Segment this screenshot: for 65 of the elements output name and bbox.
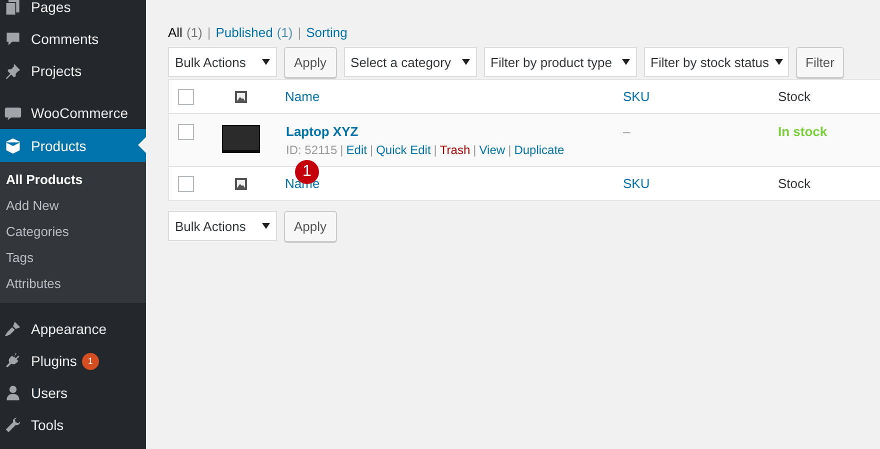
column-header: Stock xyxy=(778,176,811,191)
image-icon xyxy=(235,178,247,190)
submenu-item[interactable]: All Products xyxy=(0,167,146,193)
column-header[interactable]: Name xyxy=(285,89,320,104)
submenu-item[interactable]: Tags xyxy=(0,245,146,271)
column-header: Stock xyxy=(778,89,811,104)
image-icon xyxy=(235,90,247,102)
view-filter-link[interactable]: All (1) xyxy=(168,24,202,40)
separator-text: | xyxy=(207,24,211,40)
bulk-actions-dropdown[interactable]: Bulk Actions xyxy=(168,47,277,77)
separator-text: | xyxy=(340,143,344,157)
menu-item[interactable]: Projects xyxy=(0,55,146,87)
menu-item[interactable]: Comments xyxy=(0,23,146,55)
select-all-checkbox[interactable] xyxy=(178,88,194,104)
apply-button[interactable]: Apply xyxy=(284,46,337,78)
filter-button[interactable]: Filter xyxy=(796,46,844,78)
row-checkbox[interactable] xyxy=(178,124,194,140)
submenu-item[interactable]: Attributes xyxy=(0,271,146,297)
row-action-link[interactable]: View xyxy=(479,143,506,157)
caret-icon xyxy=(775,58,784,66)
update-count-badge: 1 xyxy=(82,352,99,370)
row-action-link[interactable]: Trash xyxy=(440,143,470,157)
menu-item[interactable]: Appearance xyxy=(0,313,146,345)
caret-icon xyxy=(462,58,470,66)
separator-text: | xyxy=(298,24,302,40)
menu-item[interactable]: Tools xyxy=(0,409,146,441)
menu-item[interactable]: Users xyxy=(0,377,146,409)
comments-icon xyxy=(4,30,22,48)
product-name-link[interactable]: Laptop XYZ xyxy=(286,124,611,139)
view-filter-link[interactable]: Sorting xyxy=(306,24,348,40)
user-icon xyxy=(4,384,22,402)
product-id: ID: 52115 xyxy=(286,143,338,157)
caret-icon xyxy=(262,222,270,230)
apply-button[interactable]: Apply xyxy=(284,210,337,242)
column-header[interactable]: SKU xyxy=(623,176,650,191)
menu-item[interactable]: Products xyxy=(0,129,146,162)
filter-dropdown[interactable]: Filter by product type xyxy=(484,47,637,77)
plug-icon xyxy=(4,352,22,370)
filter-dropdown[interactable]: Select a category xyxy=(344,47,477,77)
separator-text: | xyxy=(370,143,374,157)
caret-icon xyxy=(262,58,270,66)
row-action-link[interactable]: Duplicate xyxy=(514,143,564,157)
menu-item[interactable]: WooCommerce xyxy=(0,97,146,129)
box-icon xyxy=(4,136,22,154)
select-all-checkbox[interactable] xyxy=(178,176,194,192)
bulk-actions-dropdown[interactable]: Bulk Actions xyxy=(168,211,277,241)
caret-icon xyxy=(622,58,630,66)
separator-text: | xyxy=(473,143,476,157)
sku-cell: – xyxy=(623,124,630,139)
menu-item[interactable]: Plugins 1 xyxy=(0,345,146,377)
separator-text: | xyxy=(508,143,512,157)
brush-icon xyxy=(4,320,22,338)
filter-dropdown[interactable]: Filter by stock status xyxy=(644,47,789,77)
separator-text: | xyxy=(434,143,437,157)
menu-item[interactable]: Pages xyxy=(0,0,146,23)
current-arrow-icon xyxy=(138,137,146,153)
submenu-item[interactable]: Add New xyxy=(0,193,146,219)
wrench-icon xyxy=(4,416,22,434)
pin-icon xyxy=(4,62,22,80)
stock-status: In stock xyxy=(778,124,828,139)
row-action-link[interactable]: Quick Edit xyxy=(376,143,431,157)
row-action-link[interactable]: Edit xyxy=(346,143,367,157)
view-filter-link[interactable]: Published (1) xyxy=(216,24,293,40)
column-header[interactable]: SKU xyxy=(623,89,650,104)
submenu-item[interactable]: Categories xyxy=(0,219,146,245)
